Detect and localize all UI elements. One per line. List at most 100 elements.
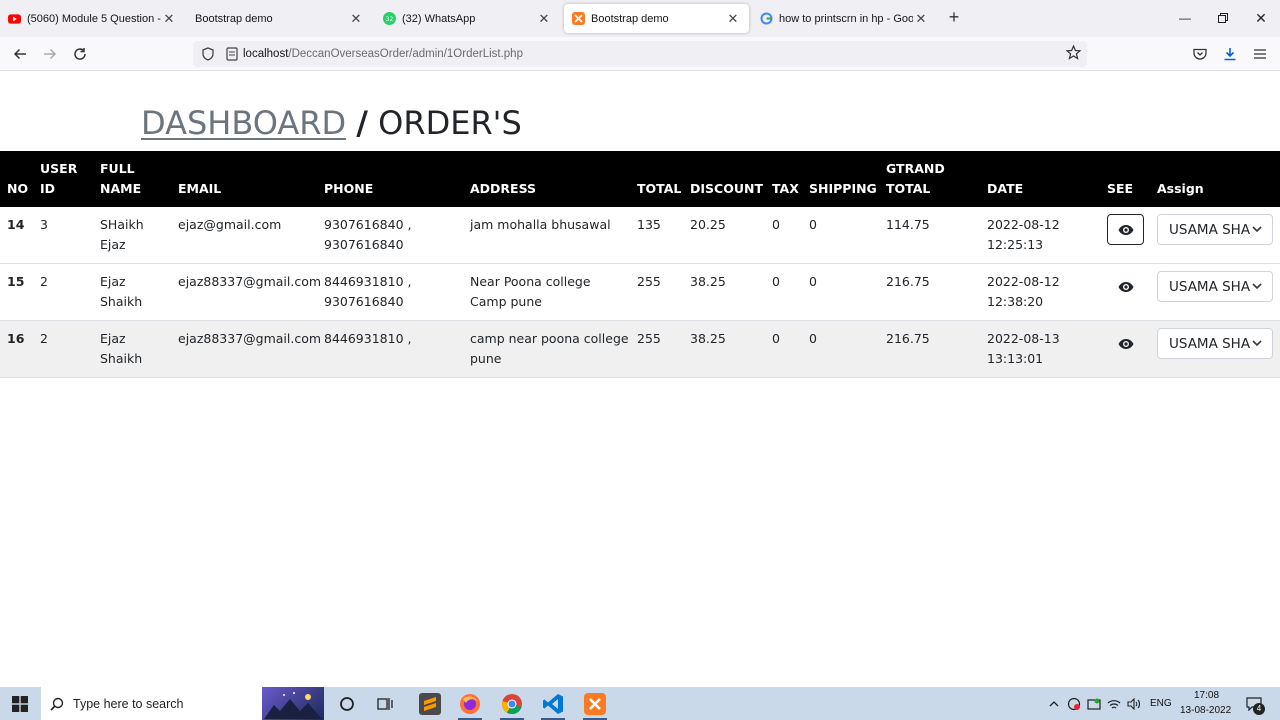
orders-table: NO USER ID FULL NAME EMAIL PHONE ADDRESS… [0,151,1280,378]
close-icon[interactable]: ✕ [725,11,741,27]
view-order-button[interactable] [1107,271,1144,302]
tab-label: how to printscrn in hp - Google [779,12,913,25]
task-view-icon[interactable] [372,687,400,720]
cell-full-name: Ejaz Shaikh [93,263,171,321]
close-icon[interactable]: ✕ [536,11,552,27]
search-icon [41,697,73,711]
sublime-text-icon[interactable] [414,687,446,720]
whatsapp-icon: 32 [383,12,396,25]
url-path: /DeccanOverseasOrder/admin/1OrderList.ph… [288,48,523,60]
minimize-icon[interactable]: — [1175,8,1195,28]
chevron-down-icon [1252,226,1262,233]
new-tab-button[interactable]: + [944,8,964,28]
star-icon[interactable] [1065,44,1082,63]
search-highlight-image [262,687,324,720]
cell-date: 2022-08-12 12:38:20 [980,263,1100,321]
assign-select[interactable]: USAMA SHA [1157,328,1273,359]
assign-select-value: USAMA SHA [1169,335,1251,352]
shield-icon[interactable] [195,47,221,61]
chevron-up-icon[interactable] [1046,687,1062,720]
tab-youtube[interactable]: (5060) Module 5 Question - Pali ✕ [0,4,185,33]
google-icon [760,12,773,25]
header-grand-total: GTRAND TOTAL [879,151,980,207]
language-indicator[interactable]: ENG [1150,698,1172,709]
pocket-icon[interactable] [1190,44,1210,64]
cell-see [1100,207,1150,264]
cell-discount: 38.25 [683,320,765,378]
tab-google-search[interactable]: how to printscrn in hp - Google ✕ [752,4,937,33]
tab-label: Bootstrap demo [591,12,669,25]
notification-icon[interactable]: 4 [1242,687,1266,720]
windows-taskbar: Type here to search ENG 17:08 13-08-2022… [0,687,1280,720]
cell-discount: 20.25 [683,207,765,264]
menu-icon[interactable] [1250,44,1270,64]
assign-select[interactable]: USAMA SHA [1157,214,1273,245]
view-order-button[interactable] [1107,328,1144,359]
cell-assign: USAMA SHA [1150,263,1280,321]
wifi-icon[interactable] [1106,687,1122,720]
firefox-icon[interactable] [454,687,486,720]
url-host: localhost [243,48,289,60]
tab-bootstrap-demo-active[interactable]: Bootstrap demo ✕ [564,4,749,33]
app-tray-icon[interactable] [1086,687,1102,720]
cell-total: 255 [630,263,683,321]
xampp-taskbar-icon[interactable] [579,687,611,720]
forward-arrow-icon[interactable] [40,44,60,64]
browser-tab-strip: (5060) Module 5 Question - Pali ✕ Bootst… [0,0,1280,37]
cell-date: 2022-08-12 12:25:13 [980,207,1100,264]
table-row: 15 2 Ejaz Shaikh ejaz88337@gmail.com 844… [0,263,1280,321]
cell-phone: 8446931810 , 9307616840 [317,263,463,321]
view-order-button[interactable] [1107,214,1144,245]
notification-count: 4 [1253,703,1265,715]
volume-icon[interactable] [1126,687,1142,720]
close-window-icon[interactable]: ✕ [1251,8,1271,28]
cell-see [1100,263,1150,321]
cell-address: jam mohalla bhusawal [463,207,630,264]
close-icon[interactable]: ✕ [161,11,177,27]
table-row: 16 2 Ejaz Shaikh ejaz88337@gmail.com 844… [0,320,1280,378]
assign-select-value: USAMA SHA [1169,221,1251,238]
header-address: ADDRESS [463,151,630,207]
header-phone: PHONE [317,151,463,207]
cell-tax: 0 [765,207,802,264]
header-assign: Assign [1150,151,1280,207]
chrome-icon[interactable] [496,687,528,720]
reload-icon[interactable] [70,44,90,64]
clock-time[interactable]: 17:08 [1194,690,1219,701]
cell-phone: 9307616840 , 9307616840 [317,207,463,264]
header-email: EMAIL [171,151,317,207]
close-icon[interactable]: ✕ [348,11,364,27]
youtube-icon [8,12,21,25]
security-tray-icon[interactable] [1066,687,1082,720]
cell-assign: USAMA SHA [1150,320,1280,378]
assign-select[interactable]: USAMA SHA [1157,271,1273,302]
breadcrumb-dashboard-link[interactable]: DASHBOARD [141,104,346,142]
cell-user-id: 2 [33,320,93,378]
windows-start-icon[interactable] [0,687,40,720]
header-discount: DISCOUNT [683,151,765,207]
tab-whatsapp[interactable]: 32 (32) WhatsApp ✕ [375,4,560,33]
eye-icon [1118,338,1133,349]
cell-email: ejaz88337@gmail.com [171,263,321,321]
taskbar-search-input[interactable]: Type here to search [41,687,324,720]
address-bar[interactable]: localhost/DeccanOverseasOrder/admin/1Ord… [193,41,1087,67]
vscode-icon[interactable] [537,687,569,720]
cell-discount: 38.25 [683,263,765,321]
assign-select-value: USAMA SHA [1169,278,1251,295]
header-tax: TAX [765,151,802,207]
download-icon[interactable] [1220,44,1240,64]
page-info-icon[interactable] [221,47,243,61]
tab-label: (32) WhatsApp [402,12,476,25]
xampp-icon [572,12,585,25]
cortana-icon[interactable] [333,687,361,720]
cell-full-name: Ejaz Shaikh [93,320,171,378]
header-user-id: USER ID [33,151,93,207]
close-icon[interactable]: ✕ [913,11,929,27]
cell-see [1100,320,1150,378]
cell-no: 16 [0,320,33,378]
tab-bootstrap-demo[interactable]: Bootstrap demo ✕ [187,4,372,33]
back-arrow-icon[interactable] [10,44,30,64]
restore-icon[interactable] [1213,8,1233,28]
cell-grand-total: 216.75 [879,320,980,378]
clock-date[interactable]: 13-08-2022 [1180,705,1231,716]
